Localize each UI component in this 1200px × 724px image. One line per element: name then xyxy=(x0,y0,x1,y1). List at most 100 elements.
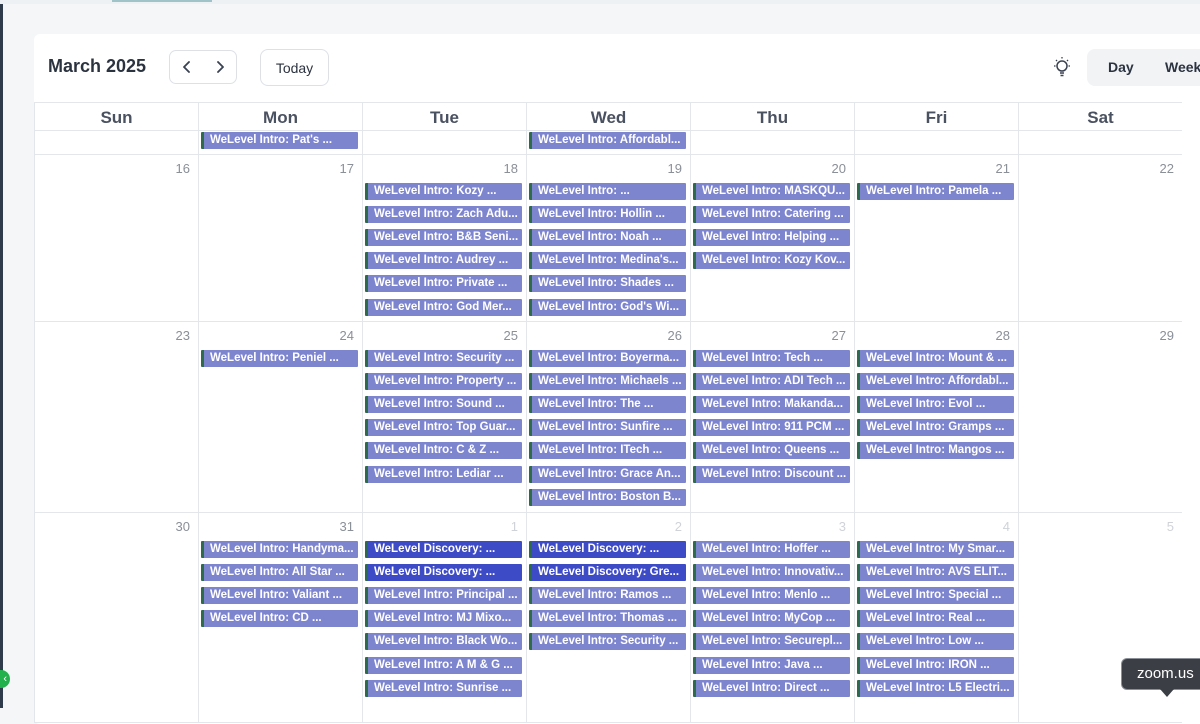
intro-event[interactable]: WeLevel Intro: My Smar... xyxy=(857,541,1014,558)
next-month-button[interactable] xyxy=(203,51,236,83)
intro-event[interactable]: WeLevel Intro: Makanda... xyxy=(693,396,850,414)
day-number[interactable]: 23 xyxy=(176,328,190,343)
day-cell[interactable]: 17 xyxy=(198,155,362,322)
day-number[interactable]: 16 xyxy=(176,161,190,176)
day-cell[interactable]: WeLevel Intro: Affordabl... xyxy=(526,131,690,155)
intro-event[interactable]: WeLevel Intro: ADI Tech ... xyxy=(693,373,850,391)
intro-event[interactable]: WeLevel Intro: Property ... xyxy=(365,373,522,391)
intro-event[interactable]: WeLevel Intro: Kozy ... xyxy=(365,183,522,200)
intro-event[interactable]: WeLevel Intro: All Star ... xyxy=(201,564,358,582)
intro-event[interactable]: WeLevel Intro: Sunrise ... xyxy=(365,679,522,697)
day-number[interactable]: 18 xyxy=(504,161,518,176)
intro-event[interactable]: WeLevel Intro: Principal ... xyxy=(365,587,522,605)
day-cell[interactable]: 23 xyxy=(34,322,198,513)
intro-event[interactable]: WeLevel Intro: Boyerma... xyxy=(529,350,686,367)
intro-event[interactable]: WeLevel Intro: Black Wo... xyxy=(365,633,522,651)
intro-event[interactable]: WeLevel Intro: B&B Seni... xyxy=(365,229,522,247)
day-cell[interactable]: 21 WeLevel Intro: Pamela ... xyxy=(854,155,1018,322)
intro-event[interactable]: WeLevel Intro: Private ... xyxy=(365,275,522,293)
intro-event[interactable]: WeLevel Intro: Sunfire ... xyxy=(529,419,686,437)
intro-event[interactable]: WeLevel Intro: L5 Electri... xyxy=(857,679,1014,697)
intro-event[interactable]: WeLevel Intro: ITech ... xyxy=(529,442,686,460)
intro-event[interactable]: WeLevel Intro: Gramps ... xyxy=(857,419,1014,437)
intro-event[interactable]: WeLevel Intro: Handyma... xyxy=(201,541,358,558)
intro-event[interactable]: WeLevel Intro: IRON ... xyxy=(857,656,1014,674)
day-cell[interactable]: 22 xyxy=(1018,155,1182,322)
intro-event[interactable]: WeLevel Intro: A M & G ... xyxy=(365,656,522,674)
intro-event[interactable]: WeLevel Intro: Sound ... xyxy=(365,396,522,414)
intro-event[interactable]: WeLevel Intro: Zach Adu... xyxy=(365,206,522,224)
intro-event[interactable]: WeLevel Intro: Discount ... xyxy=(693,465,850,483)
chevron-left-icon[interactable]: ‹ xyxy=(0,670,10,688)
day-number[interactable]: 24 xyxy=(340,328,354,343)
intro-event[interactable]: WeLevel Intro: Kozy Kov... xyxy=(693,252,850,270)
intro-event[interactable]: WeLevel Intro: Low ... xyxy=(857,633,1014,651)
day-cell[interactable]: 24 WeLevel Intro: Peniel ... xyxy=(198,322,362,513)
day-number[interactable]: 28 xyxy=(996,328,1010,343)
day-number[interactable]: 25 xyxy=(504,328,518,343)
day-number[interactable]: 29 xyxy=(1160,328,1174,343)
lightbulb-icon[interactable] xyxy=(1052,56,1072,78)
day-cell[interactable] xyxy=(690,131,854,155)
today-button[interactable]: Today xyxy=(260,49,329,86)
day-number[interactable]: 4 xyxy=(1003,519,1010,534)
day-cell[interactable]: 3 WeLevel Intro: Hoffer ... WeLevel Intro:… xyxy=(690,513,854,723)
day-cell[interactable]: 29 xyxy=(1018,322,1182,513)
intro-event[interactable]: WeLevel Intro: Evol ... xyxy=(857,396,1014,414)
day-cell[interactable] xyxy=(1018,131,1182,155)
intro-event[interactable]: WeLevel Intro: Queens ... xyxy=(693,442,850,460)
intro-event[interactable]: WeLevel Intro: God Mer... xyxy=(365,298,522,316)
intro-event[interactable]: WeLevel Intro: Real ... xyxy=(857,610,1014,628)
intro-event[interactable]: WeLevel Intro: MyCop ... xyxy=(693,610,850,628)
day-number[interactable]: 20 xyxy=(832,161,846,176)
day-cell[interactable]: 1 WeLevel Discovery: ... WeLevel Discovery… xyxy=(362,513,526,723)
day-cell[interactable] xyxy=(854,131,1018,155)
day-number[interactable]: 3 xyxy=(839,519,846,534)
intro-event[interactable]: WeLevel Intro: 911 PCM ... xyxy=(693,419,850,437)
intro-event[interactable]: WeLevel Intro: Thomas ... xyxy=(529,610,686,628)
day-cell[interactable]: 30 xyxy=(34,513,198,723)
view-day-button[interactable]: Day xyxy=(1108,49,1134,86)
intro-event[interactable]: WeLevel Intro: Hollin ... xyxy=(529,206,686,224)
view-week-button[interactable]: Week xyxy=(1165,49,1200,86)
intro-event[interactable]: WeLevel Intro: C & Z ... xyxy=(365,442,522,460)
intro-event[interactable]: WeLevel Intro: Medina's... xyxy=(529,252,686,270)
day-number[interactable]: 31 xyxy=(340,519,354,534)
intro-event[interactable]: WeLevel Intro: Pamela ... xyxy=(857,183,1014,200)
intro-event[interactable]: WeLevel Intro: Menlo ... xyxy=(693,587,850,605)
intro-event[interactable]: WeLevel Intro: Securepl... xyxy=(693,633,850,651)
day-cell[interactable]: 31 WeLevel Intro: Handyma... WeLevel Intro… xyxy=(198,513,362,723)
day-number[interactable]: 17 xyxy=(340,161,354,176)
intro-event[interactable]: WeLevel Intro: The ... xyxy=(529,396,686,414)
intro-event[interactable]: WeLevel Intro: Top Guar... xyxy=(365,419,522,437)
intro-event[interactable]: WeLevel Intro: Shades ... xyxy=(529,275,686,293)
discovery-event[interactable]: WeLevel Discovery: ... xyxy=(365,564,522,582)
intro-event[interactable]: WeLevel Intro: Special ... xyxy=(857,587,1014,605)
day-cell[interactable]: 20 WeLevel Intro: MASKQU... WeLevel Intro:… xyxy=(690,155,854,322)
day-cell[interactable]: 4 WeLevel Intro: My Smar... WeLevel Intro:… xyxy=(854,513,1018,723)
discovery-event[interactable]: WeLevel Discovery: ... xyxy=(529,541,686,558)
intro-event[interactable]: WeLevel Intro: CD ... xyxy=(201,610,358,628)
intro-event[interactable]: WeLevel Intro: Affordabl... xyxy=(529,132,686,149)
day-number[interactable]: 22 xyxy=(1160,161,1174,176)
discovery-event[interactable]: WeLevel Discovery: ... xyxy=(365,541,522,558)
day-cell[interactable]: 2 WeLevel Discovery: ... WeLevel Discovery… xyxy=(526,513,690,723)
intro-event[interactable]: WeLevel Intro: ... xyxy=(529,183,686,200)
day-number[interactable]: 30 xyxy=(176,519,190,534)
intro-event[interactable]: WeLevel Intro: Pat's ... xyxy=(201,132,358,149)
day-cell[interactable]: 25 WeLevel Intro: Security ... WeLevel Int… xyxy=(362,322,526,513)
intro-event[interactable]: WeLevel Intro: Security ... xyxy=(529,633,686,651)
day-cell[interactable]: WeLevel Intro: Pat's ... xyxy=(198,131,362,155)
intro-event[interactable]: WeLevel Intro: Audrey ... xyxy=(365,252,522,270)
day-number[interactable]: 1 xyxy=(511,519,518,534)
intro-event[interactable]: WeLevel Intro: Innovativ... xyxy=(693,564,850,582)
intro-event[interactable]: WeLevel Intro: Mangos ... xyxy=(857,442,1014,460)
day-cell[interactable]: 27 WeLevel Intro: Tech ... WeLevel Intro: … xyxy=(690,322,854,513)
intro-event[interactable]: WeLevel Intro: Direct ... xyxy=(693,679,850,697)
intro-event[interactable]: WeLevel Intro: Michaels ... xyxy=(529,373,686,391)
intro-event[interactable]: WeLevel Intro: God's Wi... xyxy=(529,298,686,316)
day-cell[interactable]: 26 WeLevel Intro: Boyerma... WeLevel Intro… xyxy=(526,322,690,513)
day-number[interactable]: 26 xyxy=(668,328,682,343)
intro-event[interactable]: WeLevel Intro: Tech ... xyxy=(693,350,850,367)
discovery-event[interactable]: WeLevel Discovery: Gre... xyxy=(529,564,686,582)
